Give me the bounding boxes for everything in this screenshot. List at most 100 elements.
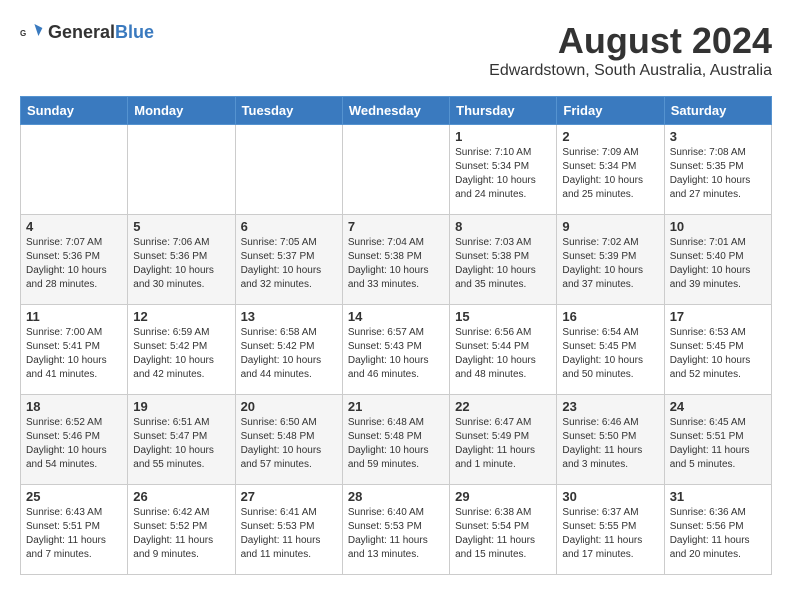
day-number: 21 bbox=[348, 399, 444, 414]
generalblue-logo-icon: G bbox=[20, 20, 44, 44]
calendar-cell bbox=[128, 125, 235, 215]
day-number: 7 bbox=[348, 219, 444, 234]
day-number: 22 bbox=[455, 399, 551, 414]
day-number: 15 bbox=[455, 309, 551, 324]
day-number: 25 bbox=[26, 489, 122, 504]
day-number: 10 bbox=[670, 219, 766, 234]
weekday-header-sunday: Sunday bbox=[21, 97, 128, 125]
calendar-cell: 25 Sunrise: 6:43 AM Sunset: 5:51 PM Dayli… bbox=[21, 485, 128, 575]
day-info: Sunrise: 6:53 AM Sunset: 5:45 PM Dayligh… bbox=[670, 326, 766, 382]
logo: G GeneralBlue bbox=[20, 20, 154, 44]
calendar-cell: 31 Sunrise: 6:36 AM Sunset: 5:56 PM Dayli… bbox=[664, 485, 771, 575]
day-info: Sunrise: 7:03 AM Sunset: 5:38 PM Dayligh… bbox=[455, 236, 551, 292]
calendar-cell: 27 Sunrise: 6:41 AM Sunset: 5:53 PM Dayli… bbox=[235, 485, 342, 575]
day-number: 1 bbox=[455, 129, 551, 144]
calendar-cell: 1 Sunrise: 7:10 AM Sunset: 5:34 PM Daylig… bbox=[450, 125, 557, 215]
calendar-cell bbox=[342, 125, 449, 215]
day-info: Sunrise: 6:58 AM Sunset: 5:42 PM Dayligh… bbox=[241, 326, 337, 382]
day-number: 31 bbox=[670, 489, 766, 504]
calendar-cell: 9 Sunrise: 7:02 AM Sunset: 5:39 PM Daylig… bbox=[557, 215, 664, 305]
day-info: Sunrise: 6:48 AM Sunset: 5:48 PM Dayligh… bbox=[348, 416, 444, 472]
day-number: 18 bbox=[26, 399, 122, 414]
day-info: Sunrise: 6:47 AM Sunset: 5:49 PM Dayligh… bbox=[455, 416, 551, 472]
day-number: 29 bbox=[455, 489, 551, 504]
calendar-cell: 13 Sunrise: 6:58 AM Sunset: 5:42 PM Dayli… bbox=[235, 305, 342, 395]
title-block: August 2024 Edwardstown, South Australia… bbox=[489, 20, 772, 80]
weekday-header-wednesday: Wednesday bbox=[342, 97, 449, 125]
day-info: Sunrise: 6:36 AM Sunset: 5:56 PM Dayligh… bbox=[670, 506, 766, 562]
day-number: 13 bbox=[241, 309, 337, 324]
day-number: 27 bbox=[241, 489, 337, 504]
day-info: Sunrise: 6:40 AM Sunset: 5:53 PM Dayligh… bbox=[348, 506, 444, 562]
calendar-cell: 7 Sunrise: 7:04 AM Sunset: 5:38 PM Daylig… bbox=[342, 215, 449, 305]
day-info: Sunrise: 6:42 AM Sunset: 5:52 PM Dayligh… bbox=[133, 506, 229, 562]
day-number: 9 bbox=[562, 219, 658, 234]
day-info: Sunrise: 7:04 AM Sunset: 5:38 PM Dayligh… bbox=[348, 236, 444, 292]
day-info: Sunrise: 7:02 AM Sunset: 5:39 PM Dayligh… bbox=[562, 236, 658, 292]
day-info: Sunrise: 7:00 AM Sunset: 5:41 PM Dayligh… bbox=[26, 326, 122, 382]
weekday-header-monday: Monday bbox=[128, 97, 235, 125]
day-info: Sunrise: 6:50 AM Sunset: 5:48 PM Dayligh… bbox=[241, 416, 337, 472]
day-number: 23 bbox=[562, 399, 658, 414]
calendar-cell: 20 Sunrise: 6:50 AM Sunset: 5:48 PM Dayli… bbox=[235, 395, 342, 485]
day-info: Sunrise: 6:46 AM Sunset: 5:50 PM Dayligh… bbox=[562, 416, 658, 472]
day-number: 14 bbox=[348, 309, 444, 324]
day-number: 2 bbox=[562, 129, 658, 144]
page-header: G GeneralBlue August 2024 Edwardstown, S… bbox=[20, 20, 772, 80]
day-number: 8 bbox=[455, 219, 551, 234]
calendar-cell: 11 Sunrise: 7:00 AM Sunset: 5:41 PM Dayli… bbox=[21, 305, 128, 395]
calendar-cell: 26Sunrise: 6:42 AM Sunset: 5:52 PM Dayli… bbox=[128, 485, 235, 575]
calendar-cell: 24Sunrise: 6:45 AM Sunset: 5:51 PM Dayli… bbox=[664, 395, 771, 485]
calendar-cell: 3 Sunrise: 7:08 AM Sunset: 5:35 PM Daylig… bbox=[664, 125, 771, 215]
calendar-cell: 21 Sunrise: 6:48 AM Sunset: 5:48 PM Dayli… bbox=[342, 395, 449, 485]
calendar-cell: 10Sunrise: 7:01 AM Sunset: 5:40 PM Dayli… bbox=[664, 215, 771, 305]
day-number: 20 bbox=[241, 399, 337, 414]
day-number: 6 bbox=[241, 219, 337, 234]
calendar-cell: 18 Sunrise: 6:52 AM Sunset: 5:46 PM Dayli… bbox=[21, 395, 128, 485]
day-number: 16 bbox=[562, 309, 658, 324]
weekday-header-saturday: Saturday bbox=[664, 97, 771, 125]
calendar-cell: 17 Sunrise: 6:53 AM Sunset: 5:45 PM Dayli… bbox=[664, 305, 771, 395]
logo-general: General bbox=[48, 22, 115, 42]
calendar-cell: 22 Sunrise: 6:47 AM Sunset: 5:49 PM Dayli… bbox=[450, 395, 557, 485]
day-info: Sunrise: 7:07 AM Sunset: 5:36 PM Dayligh… bbox=[26, 236, 122, 292]
day-info: Sunrise: 6:41 AM Sunset: 5:53 PM Dayligh… bbox=[241, 506, 337, 562]
calendar-cell: 19Sunrise: 6:51 AM Sunset: 5:47 PM Dayli… bbox=[128, 395, 235, 485]
calendar-cell: 12Sunrise: 6:59 AM Sunset: 5:42 PM Dayli… bbox=[128, 305, 235, 395]
calendar-cell: 30 Sunrise: 6:37 AM Sunset: 5:55 PM Dayli… bbox=[557, 485, 664, 575]
day-info: Sunrise: 6:45 AM Sunset: 5:51 PM Dayligh… bbox=[670, 416, 766, 472]
calendar-cell bbox=[21, 125, 128, 215]
calendar-cell: 28Sunrise: 6:40 AM Sunset: 5:53 PM Dayli… bbox=[342, 485, 449, 575]
location-title: Edwardstown, South Australia, Australia bbox=[489, 62, 772, 80]
day-number: 17 bbox=[670, 309, 766, 324]
calendar-cell bbox=[235, 125, 342, 215]
logo-text: GeneralBlue bbox=[48, 22, 154, 43]
day-info: Sunrise: 6:56 AM Sunset: 5:44 PM Dayligh… bbox=[455, 326, 551, 382]
calendar-cell: 2Sunrise: 7:09 AM Sunset: 5:34 PM Daylig… bbox=[557, 125, 664, 215]
day-number: 4 bbox=[26, 219, 122, 234]
day-number: 30 bbox=[562, 489, 658, 504]
day-number: 12 bbox=[133, 309, 229, 324]
svg-text:G: G bbox=[20, 29, 26, 38]
calendar-cell: 4 Sunrise: 7:07 AM Sunset: 5:36 PM Daylig… bbox=[21, 215, 128, 305]
day-number: 3 bbox=[670, 129, 766, 144]
day-info: Sunrise: 6:57 AM Sunset: 5:43 PM Dayligh… bbox=[348, 326, 444, 382]
weekday-header-thursday: Thursday bbox=[450, 97, 557, 125]
day-info: Sunrise: 7:08 AM Sunset: 5:35 PM Dayligh… bbox=[670, 146, 766, 202]
day-info: Sunrise: 6:43 AM Sunset: 5:51 PM Dayligh… bbox=[26, 506, 122, 562]
calendar-cell: 5 Sunrise: 7:06 AM Sunset: 5:36 PM Daylig… bbox=[128, 215, 235, 305]
day-number: 11 bbox=[26, 309, 122, 324]
day-info: Sunrise: 7:06 AM Sunset: 5:36 PM Dayligh… bbox=[133, 236, 229, 292]
day-number: 19 bbox=[133, 399, 229, 414]
day-info: Sunrise: 6:37 AM Sunset: 5:55 PM Dayligh… bbox=[562, 506, 658, 562]
calendar-week-row: 11 Sunrise: 7:00 AM Sunset: 5:41 PM Dayli… bbox=[21, 305, 772, 395]
day-info: Sunrise: 7:05 AM Sunset: 5:37 PM Dayligh… bbox=[241, 236, 337, 292]
day-info: Sunrise: 6:38 AM Sunset: 5:54 PM Dayligh… bbox=[455, 506, 551, 562]
day-number: 5 bbox=[133, 219, 229, 234]
calendar-cell: 8 Sunrise: 7:03 AM Sunset: 5:38 PM Daylig… bbox=[450, 215, 557, 305]
month-title: August 2024 bbox=[489, 20, 772, 62]
weekday-header-row: SundayMondayTuesdayWednesdayThursdayFrid… bbox=[21, 97, 772, 125]
calendar-cell: 29 Sunrise: 6:38 AM Sunset: 5:54 PM Dayli… bbox=[450, 485, 557, 575]
day-info: Sunrise: 7:10 AM Sunset: 5:34 PM Dayligh… bbox=[455, 146, 551, 202]
day-info: Sunrise: 6:52 AM Sunset: 5:46 PM Dayligh… bbox=[26, 416, 122, 472]
